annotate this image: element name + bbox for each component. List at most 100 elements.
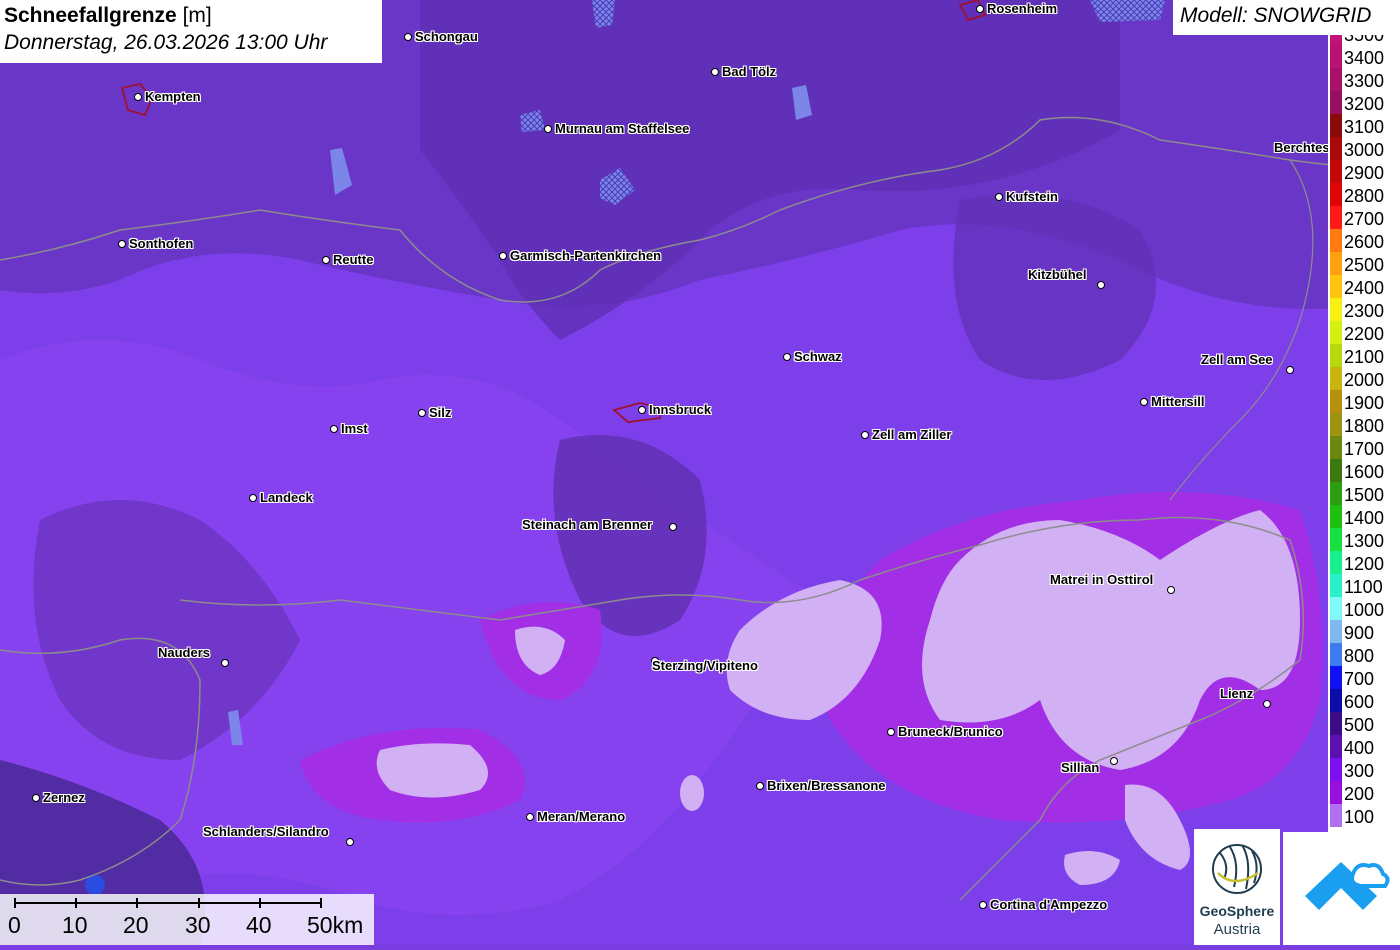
legend-value: 1200 xyxy=(1344,554,1385,574)
city-dot-icon xyxy=(404,32,412,41)
city-dot-icon xyxy=(1286,366,1294,374)
city-dot-icon xyxy=(118,239,126,248)
city-marker: Schlanders/Silandro xyxy=(203,824,354,846)
city-label: Schwaz xyxy=(794,349,842,364)
geosphere-logo-subtext: Austria xyxy=(1213,921,1261,938)
scale-label: 50km xyxy=(307,912,364,938)
legend-entry: 900 xyxy=(1328,620,1400,643)
scale-label: 10 xyxy=(62,912,88,938)
legend-swatch xyxy=(1330,206,1342,229)
city-dot-icon xyxy=(1263,700,1271,708)
legend-value: 1500 xyxy=(1344,485,1385,505)
legend-value: 300 xyxy=(1344,761,1375,781)
city-marker: Landeck xyxy=(249,490,316,505)
legend-value: 2400 xyxy=(1344,278,1385,298)
legend-entry: 2600 xyxy=(1328,229,1400,252)
legend-value: 500 xyxy=(1344,715,1375,735)
legend-entry: 3400 xyxy=(1328,45,1400,68)
city-label: Zell am Ziller xyxy=(872,427,952,442)
scale-tick xyxy=(320,898,322,908)
city-marker: Sillian xyxy=(1061,757,1118,775)
city-marker: Nauders xyxy=(158,645,229,667)
city-marker: Zell am Ziller xyxy=(861,427,954,442)
forecast-datetime: Donnerstag, 26.03.2026 13:00 Uhr xyxy=(4,31,328,54)
city-dot-icon xyxy=(499,251,507,260)
city-dot-icon xyxy=(669,523,677,531)
city-marker: Zell am See xyxy=(1201,352,1294,374)
city-label: Sillian xyxy=(1061,760,1100,775)
legend-entry: 300 xyxy=(1328,758,1400,781)
legend-swatch xyxy=(1330,666,1342,689)
legend-entry: 1000 xyxy=(1328,597,1400,620)
geosphere-logo[interactable]: GeoSphere Austria xyxy=(1194,829,1280,945)
city-label: Zell am See xyxy=(1201,352,1273,367)
city-label: Kitzbühel xyxy=(1028,267,1087,282)
city-marker: Bad Tölz xyxy=(711,64,779,79)
city-label: Silz xyxy=(429,405,452,420)
city-dot-icon xyxy=(1140,397,1148,406)
city-dot-icon xyxy=(134,92,142,101)
legend-swatch xyxy=(1330,482,1342,505)
legend-swatch xyxy=(1330,597,1342,620)
legend-entry: 1900 xyxy=(1328,390,1400,413)
scale-bar-line xyxy=(14,902,321,904)
city-dot-icon xyxy=(526,812,534,821)
geosphere-emblem-icon xyxy=(1212,844,1262,894)
city-marker: Innsbruck xyxy=(638,402,714,417)
city-label: Murnau am Staffelsee xyxy=(555,121,690,136)
city-dot-icon xyxy=(756,781,764,790)
legend-swatch xyxy=(1330,781,1342,804)
city-marker: Mittersill xyxy=(1140,394,1207,409)
city-marker: Reutte xyxy=(322,252,376,267)
legend-swatch xyxy=(1330,413,1342,436)
legend-swatch xyxy=(1330,712,1342,735)
scale-tick xyxy=(259,898,261,908)
city-marker: Schongau xyxy=(404,29,481,44)
city-dot-icon xyxy=(783,352,791,361)
legend-value: 1700 xyxy=(1344,439,1385,459)
city-label: Schlanders/Silandro xyxy=(203,824,329,839)
city-marker: Zernez xyxy=(32,790,88,805)
legend-swatch xyxy=(1330,252,1342,275)
legend-swatch xyxy=(1330,620,1342,643)
city-marker: Steinach am Brenner xyxy=(522,517,677,532)
city-dot-icon xyxy=(976,4,984,13)
map-title: Schneefallgrenze [m] xyxy=(4,3,382,29)
city-label: Imst xyxy=(341,421,368,436)
legend-entry: 700 xyxy=(1328,666,1400,689)
legend-entry: 1600 xyxy=(1328,459,1400,482)
legend-value: 3100 xyxy=(1344,117,1385,137)
weather-logo[interactable] xyxy=(1283,832,1400,945)
color-legend: 3500 3400 3300 3200 3100 3000 2900 2800 2700 2600… xyxy=(1328,35,1400,833)
legend-swatch xyxy=(1330,183,1342,206)
legend-entry: 3300 xyxy=(1328,68,1400,91)
terrain-dark-4 xyxy=(953,194,1156,380)
city-dot-icon xyxy=(861,430,869,439)
legend-swatch xyxy=(1330,735,1342,758)
legend-value: 200 xyxy=(1344,784,1375,804)
city-label: Kempten xyxy=(145,89,201,104)
legend-entry: 2400 xyxy=(1328,275,1400,298)
city-label: Innsbruck xyxy=(649,402,712,417)
legend-value: 1100 xyxy=(1344,577,1383,597)
city-marker: Kempten xyxy=(134,89,204,104)
legend-entry: 2300 xyxy=(1328,298,1400,321)
legend-entry: 2800 xyxy=(1328,183,1400,206)
city-dot-icon xyxy=(330,424,338,433)
legend-entry: 3200 xyxy=(1328,91,1400,114)
parameter-unit: [m] xyxy=(182,4,212,27)
city-marker: Murnau am Staffelsee xyxy=(544,121,692,136)
city-marker: Matrei in Osttirol xyxy=(1050,572,1175,594)
scale-label: 40 xyxy=(246,912,272,938)
legend-value: 3200 xyxy=(1344,94,1385,114)
city-marker: Brixen/Bressanone xyxy=(756,778,889,793)
city-dot-icon xyxy=(322,255,330,264)
city-dot-icon xyxy=(32,793,40,802)
legend-swatch xyxy=(1330,505,1342,528)
legend-value: 2700 xyxy=(1344,209,1385,229)
legend-entry: 2700 xyxy=(1328,206,1400,229)
geosphere-logo-text: GeoSphere xyxy=(1199,903,1275,919)
legend-value: 2800 xyxy=(1344,186,1385,206)
city-marker: Bruneck/Brunico xyxy=(887,724,1006,739)
city-dot-icon xyxy=(418,408,426,417)
